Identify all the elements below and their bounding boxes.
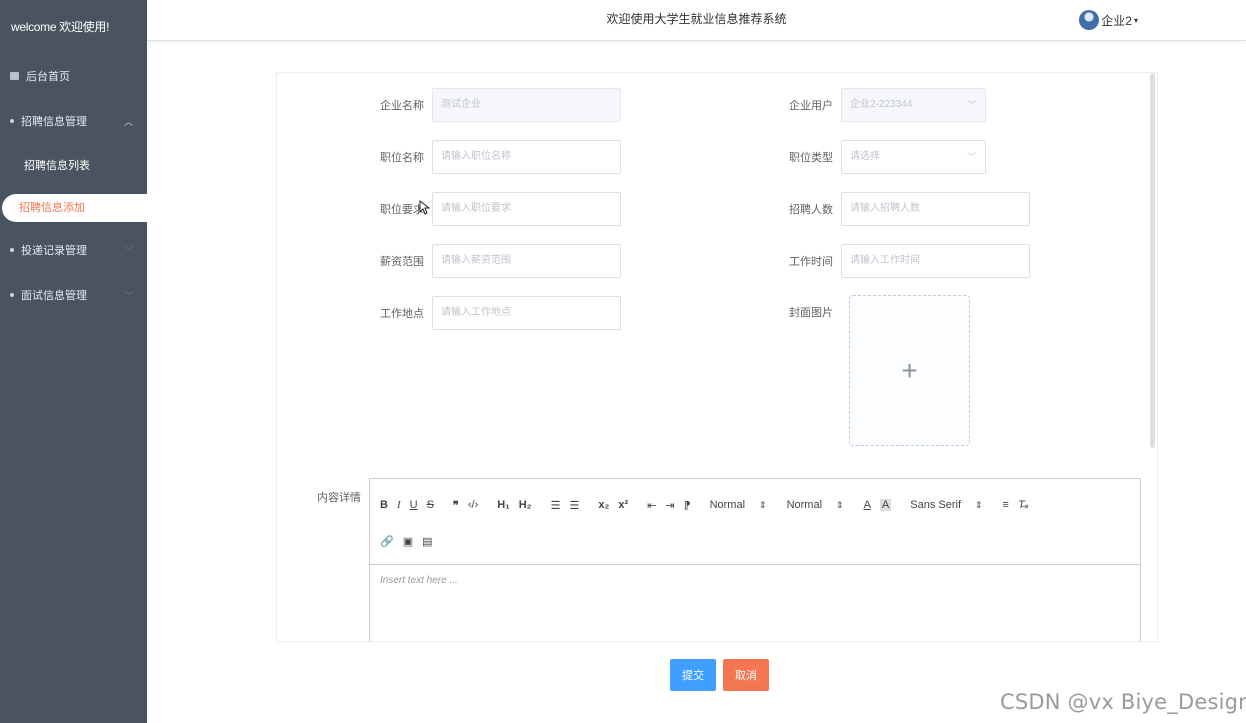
bullet-list-button[interactable]: ☰ xyxy=(569,499,579,512)
company-user-value: 企业2-223344 xyxy=(850,99,913,110)
video-button[interactable]: ▤ xyxy=(422,535,432,548)
bullet-icon xyxy=(10,293,14,298)
scrollbar[interactable] xyxy=(1150,73,1155,448)
menu-group-delivery[interactable]: 投递记录管理 ﹀ xyxy=(0,229,147,274)
salary-input[interactable]: 请输入薪资范围 xyxy=(432,244,621,278)
updown-icon: ⇕ xyxy=(975,500,983,510)
top-header: 欢迎使用大学生就业信息推荐系统 企业2 ▾ xyxy=(147,0,1246,41)
mouse-cursor-icon xyxy=(419,200,431,215)
field-headcount: 招聘人数 请输入招聘人数 xyxy=(781,192,1030,226)
field-job-req: 职位要求 请输入职位要求 xyxy=(372,192,621,226)
menu-group-recruit[interactable]: 招聘信息管理 ︿ xyxy=(0,100,147,145)
field-cover: 封面图片 xyxy=(781,296,841,330)
menu-recruit-label: 招聘信息管理 xyxy=(21,116,87,128)
cancel-button[interactable]: 取消 xyxy=(723,659,769,691)
user-name: 企业2 xyxy=(1101,13,1132,28)
subscript-button[interactable]: x₂ xyxy=(598,499,609,511)
job-req-input[interactable]: 请输入职位要求 xyxy=(432,192,621,226)
code-button[interactable]: ‹/› xyxy=(468,499,478,511)
updown-icon: ⇕ xyxy=(836,500,844,510)
company-user-select: 企业2-223344 ﹀ xyxy=(841,88,986,122)
strike-button[interactable]: S xyxy=(427,499,434,511)
h2-button[interactable]: H₂ xyxy=(519,499,532,511)
editor-content-area[interactable]: Insert text here ... xyxy=(370,565,1140,596)
italic-button[interactable]: I xyxy=(397,499,401,511)
size-picker-label: Normal xyxy=(709,499,746,511)
job-name-input[interactable]: 请输入职位名称 xyxy=(432,140,621,174)
editor-toolbar: B I U S ❞ ‹/› H₁ H₂ ☰ ☰ x₂ x² ⇤ ⇥ ⁋ Norm… xyxy=(370,479,1140,565)
bullet-icon xyxy=(10,119,14,124)
menu-delivery-label: 投递记录管理 xyxy=(21,245,87,257)
company-user-label: 企业用户 xyxy=(789,100,833,112)
h1-button[interactable]: H₁ xyxy=(497,499,510,511)
bold-button[interactable]: B xyxy=(380,499,388,511)
job-type-select[interactable]: 请选择 ﹀ xyxy=(841,140,986,174)
superscript-button[interactable]: x² xyxy=(618,499,628,511)
font-picker[interactable]: Sans Serif ⇕ xyxy=(910,499,982,511)
field-work-time: 工作时间 请输入工作时间 xyxy=(781,244,1030,278)
form-card: 企业名称 测试企业 企业用户 企业2-223344 ﹀ 职位名称 请输入职位名称… xyxy=(276,72,1158,642)
home-icon xyxy=(10,72,19,81)
rich-text-editor: B I U S ❞ ‹/› H₁ H₂ ☰ ☰ x₂ x² ⇤ ⇥ ⁋ Norm… xyxy=(369,478,1141,641)
menu-interview-label: 面试信息管理 xyxy=(21,290,87,302)
work-time-input[interactable]: 请输入工作时间 xyxy=(841,244,1030,278)
text-direction-button[interactable]: ⁋ xyxy=(684,499,691,512)
field-job-type: 职位类型 请选择 ﹀ xyxy=(781,140,986,174)
menu-item-home[interactable]: 后台首页 xyxy=(0,55,147,100)
submenu-recruit-add[interactable]: 招聘信息添加 xyxy=(2,194,147,222)
location-label: 工作地点 xyxy=(380,308,424,320)
outdent-button[interactable]: ⇤ xyxy=(647,499,656,512)
plus-icon: + xyxy=(901,354,918,386)
updown-icon: ⇕ xyxy=(759,500,767,510)
ordered-list-button[interactable]: ☰ xyxy=(551,499,561,512)
job-type-label: 职位类型 xyxy=(789,152,833,164)
image-button[interactable]: ▣ xyxy=(403,535,413,548)
chevron-down-icon: ﹀ xyxy=(123,291,133,301)
headcount-input[interactable]: 请输入招聘人数 xyxy=(841,192,1030,226)
caret-down-icon: ▾ xyxy=(1133,15,1138,25)
underline-button[interactable]: U xyxy=(410,499,418,511)
header-picker-label: Normal xyxy=(786,499,823,511)
sidebar: welcome 欢迎使用! 后台首页 招聘信息管理 ︿ 招聘信息列表 招聘信息添… xyxy=(0,0,147,723)
field-salary: 薪资范围 请输入薪资范围 xyxy=(372,244,621,278)
chevron-down-icon: ﹀ xyxy=(966,100,976,110)
work-time-label: 工作时间 xyxy=(789,256,833,268)
text-color-button[interactable]: A xyxy=(864,499,871,511)
welcome-text: welcome 欢迎使用! xyxy=(11,20,110,34)
align-button[interactable]: ≡ xyxy=(1003,499,1009,511)
company-name-input: 测试企业 xyxy=(432,88,621,122)
submenu-recruit-list[interactable]: 招聘信息列表 xyxy=(0,145,147,187)
field-location: 工作地点 请输入工作地点 xyxy=(372,296,621,330)
indent-button[interactable]: ⇥ xyxy=(665,499,674,512)
clean-format-button[interactable]: T̶ₓ xyxy=(1018,499,1029,511)
watermark: CSDN @vx Biye_Design xyxy=(1000,690,1246,714)
menu-home-label: 后台首页 xyxy=(26,71,70,83)
company-name-label: 企业名称 xyxy=(380,100,424,112)
headcount-label: 招聘人数 xyxy=(789,204,833,216)
size-picker[interactable]: Normal ⇕ xyxy=(710,499,767,511)
location-input[interactable]: 请输入工作地点 xyxy=(432,296,621,330)
content-label: 内容详情 xyxy=(317,492,361,504)
cover-label: 封面图片 xyxy=(789,307,833,319)
blockquote-button[interactable]: ❞ xyxy=(453,499,459,512)
user-menu[interactable]: 企业2 ▾ xyxy=(1079,9,1138,31)
field-company-user: 企业用户 企业2-223344 ﹀ xyxy=(781,88,986,122)
chevron-down-icon: ﹀ xyxy=(123,246,133,256)
field-job-name: 职位名称 请输入职位名称 xyxy=(372,140,621,174)
link-button[interactable]: 🔗 xyxy=(380,535,394,548)
menu-group-interview[interactable]: 面试信息管理 ﹀ xyxy=(0,274,147,319)
cover-upload[interactable]: + xyxy=(849,295,970,446)
background-color-button[interactable]: A xyxy=(879,499,892,511)
avatar xyxy=(1079,10,1100,30)
field-company-name: 企业名称 测试企业 xyxy=(372,88,621,122)
bullet-icon xyxy=(10,248,14,253)
salary-label: 薪资范围 xyxy=(380,256,424,268)
submit-button[interactable]: 提交 xyxy=(670,659,716,691)
chevron-up-icon: ︿ xyxy=(123,117,133,127)
job-type-placeholder: 请选择 xyxy=(850,151,880,162)
font-picker-label: Sans Serif xyxy=(910,499,961,511)
header-picker[interactable]: Normal ⇕ xyxy=(787,499,844,511)
chevron-down-icon: ﹀ xyxy=(966,152,976,162)
job-name-label: 职位名称 xyxy=(380,152,424,164)
